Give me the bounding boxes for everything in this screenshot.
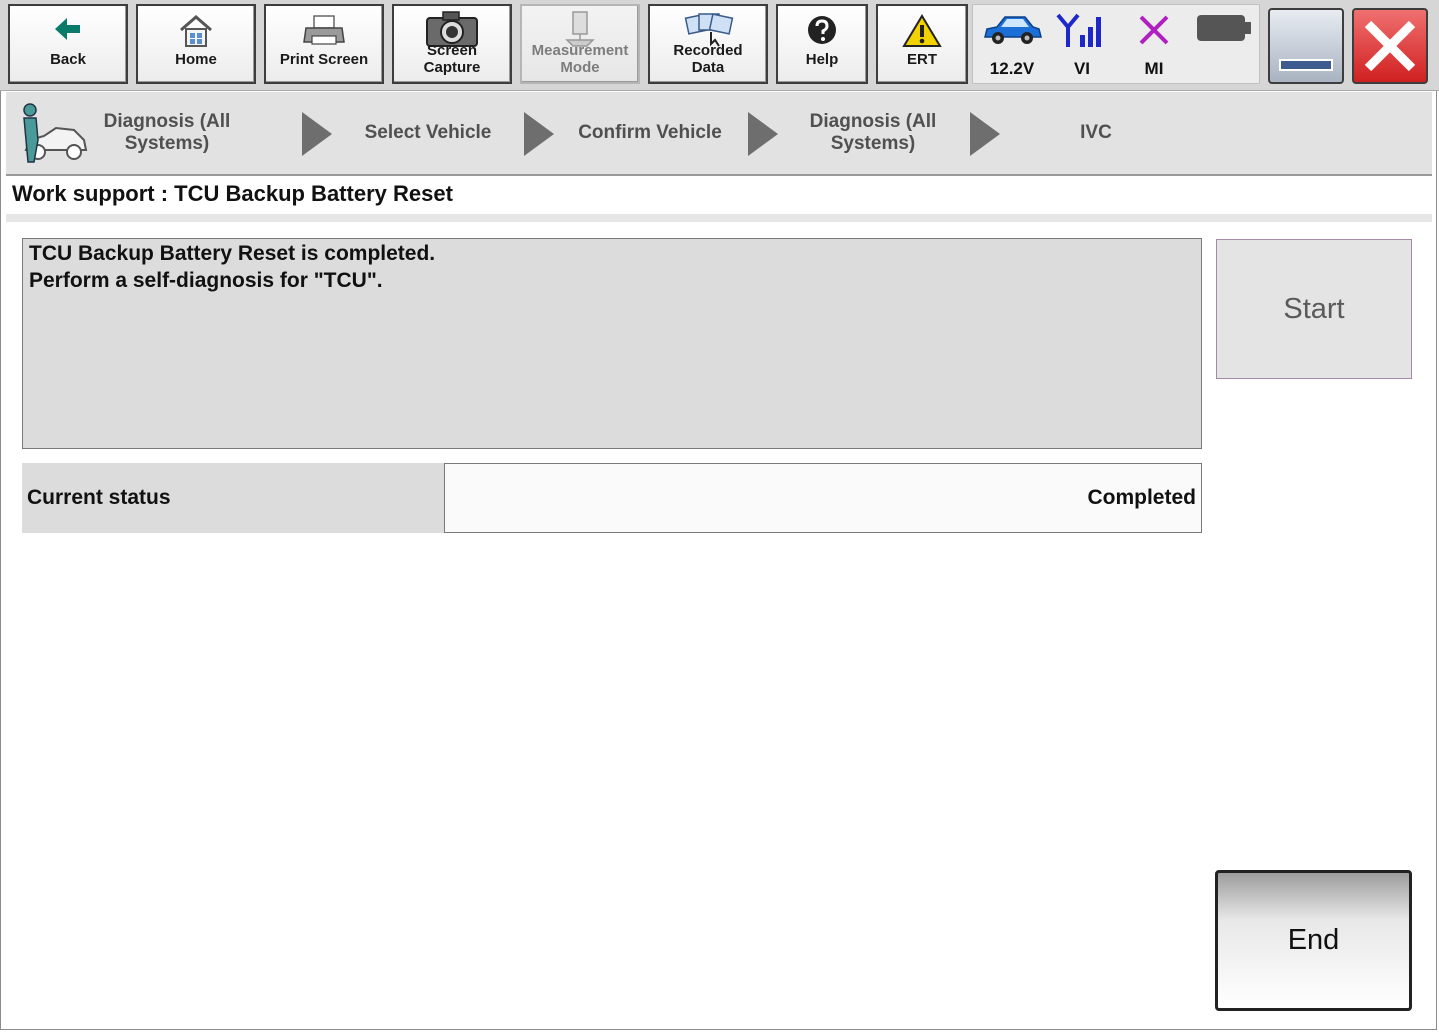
voltage-label: 12.2V <box>989 59 1035 78</box>
breadcrumb-step-select-vehicle[interactable]: Select Vehicle <box>346 92 510 174</box>
toolbar: Back Home Print Screen Screen Capture Mea… <box>0 0 1439 91</box>
start-button[interactable]: Start <box>1216 239 1412 379</box>
current-status-label: Current status <box>22 463 444 533</box>
current-status-value: Completed <box>444 463 1202 533</box>
pc-battery-status <box>1189 5 1259 85</box>
title-divider <box>6 214 1432 222</box>
home-label: Home <box>175 51 217 68</box>
recorded-data-button[interactable]: Recorded Data <box>648 4 768 84</box>
breadcrumb-step-diagnosis-all[interactable]: Diagnosis (All Systems) <box>92 92 242 174</box>
breadcrumb-arrow-icon <box>748 112 778 156</box>
battery-icon <box>1197 15 1251 41</box>
home-icon <box>180 15 212 47</box>
print-screen-button[interactable]: Print Screen <box>264 4 384 84</box>
current-status-row: Current status Completed <box>22 463 1202 533</box>
car-icon <box>984 16 1042 44</box>
breadcrumb-step-ivc[interactable]: IVC <box>1026 92 1166 174</box>
back-button[interactable]: Back <box>8 4 128 84</box>
printer-icon <box>303 15 345 45</box>
technician-car-icon <box>12 100 90 171</box>
minimize-icon <box>1279 59 1333 71</box>
ert-label: ERT <box>907 51 937 68</box>
back-label: Back <box>50 51 86 68</box>
help-label: Help <box>805 51 839 68</box>
ert-button[interactable]: ERT <box>876 4 968 84</box>
end-label: End <box>1287 924 1340 956</box>
page-title: Work support : TCU Backup Battery Reset <box>12 181 453 206</box>
battery-voltage-status: 12.2V <box>977 5 1047 85</box>
home-button[interactable]: Home <box>136 4 256 84</box>
close-button[interactable] <box>1352 8 1428 84</box>
help-icon <box>808 16 836 44</box>
breadcrumb-step-diagnosis-all-2[interactable]: Diagnosis (All Systems) <box>792 92 954 174</box>
message-line-2: Perform a self-diagnosis for "TCU". <box>29 269 383 292</box>
measurement-mode-label: Measurement Mode <box>531 42 629 76</box>
breadcrumb-arrow-icon <box>302 112 332 156</box>
vi-signal-icon <box>1056 13 1101 47</box>
back-arrow-icon <box>55 18 80 40</box>
vi-label: VI <box>1073 59 1091 78</box>
breadcrumb: Diagnosis (All Systems) Select Vehicle Co… <box>6 92 1432 176</box>
breadcrumb-arrow-icon <box>970 112 1000 156</box>
close-icon <box>1364 20 1416 72</box>
screen-capture-button[interactable]: Screen Capture <box>392 4 512 84</box>
warning-icon <box>902 14 942 47</box>
minimize-button[interactable] <box>1268 8 1344 84</box>
message-box: TCU Backup Battery Reset is completed. P… <box>22 238 1202 449</box>
breadcrumb-arrow-icon <box>524 112 554 156</box>
mi-status: MI <box>1119 5 1189 85</box>
mi-disconnected-icon <box>1139 15 1169 45</box>
print-screen-label: Print Screen <box>279 51 369 68</box>
message-line-1: TCU Backup Battery Reset is completed. <box>29 242 436 265</box>
start-label: Start <box>1283 292 1345 325</box>
recorded-data-label: Recorded Data <box>673 42 743 76</box>
breadcrumb-step-confirm-vehicle[interactable]: Confirm Vehicle <box>566 92 734 174</box>
status-panel: 12.2V VI MI <box>972 4 1260 84</box>
end-button[interactable]: End <box>1215 870 1412 1011</box>
screen-capture-label: Screen Capture <box>423 42 481 76</box>
measurement-mode-button[interactable]: Measurement Mode <box>520 4 640 84</box>
help-button[interactable]: Help <box>776 4 868 84</box>
mi-label: MI <box>1144 59 1164 78</box>
vi-status: VI <box>1047 5 1117 85</box>
